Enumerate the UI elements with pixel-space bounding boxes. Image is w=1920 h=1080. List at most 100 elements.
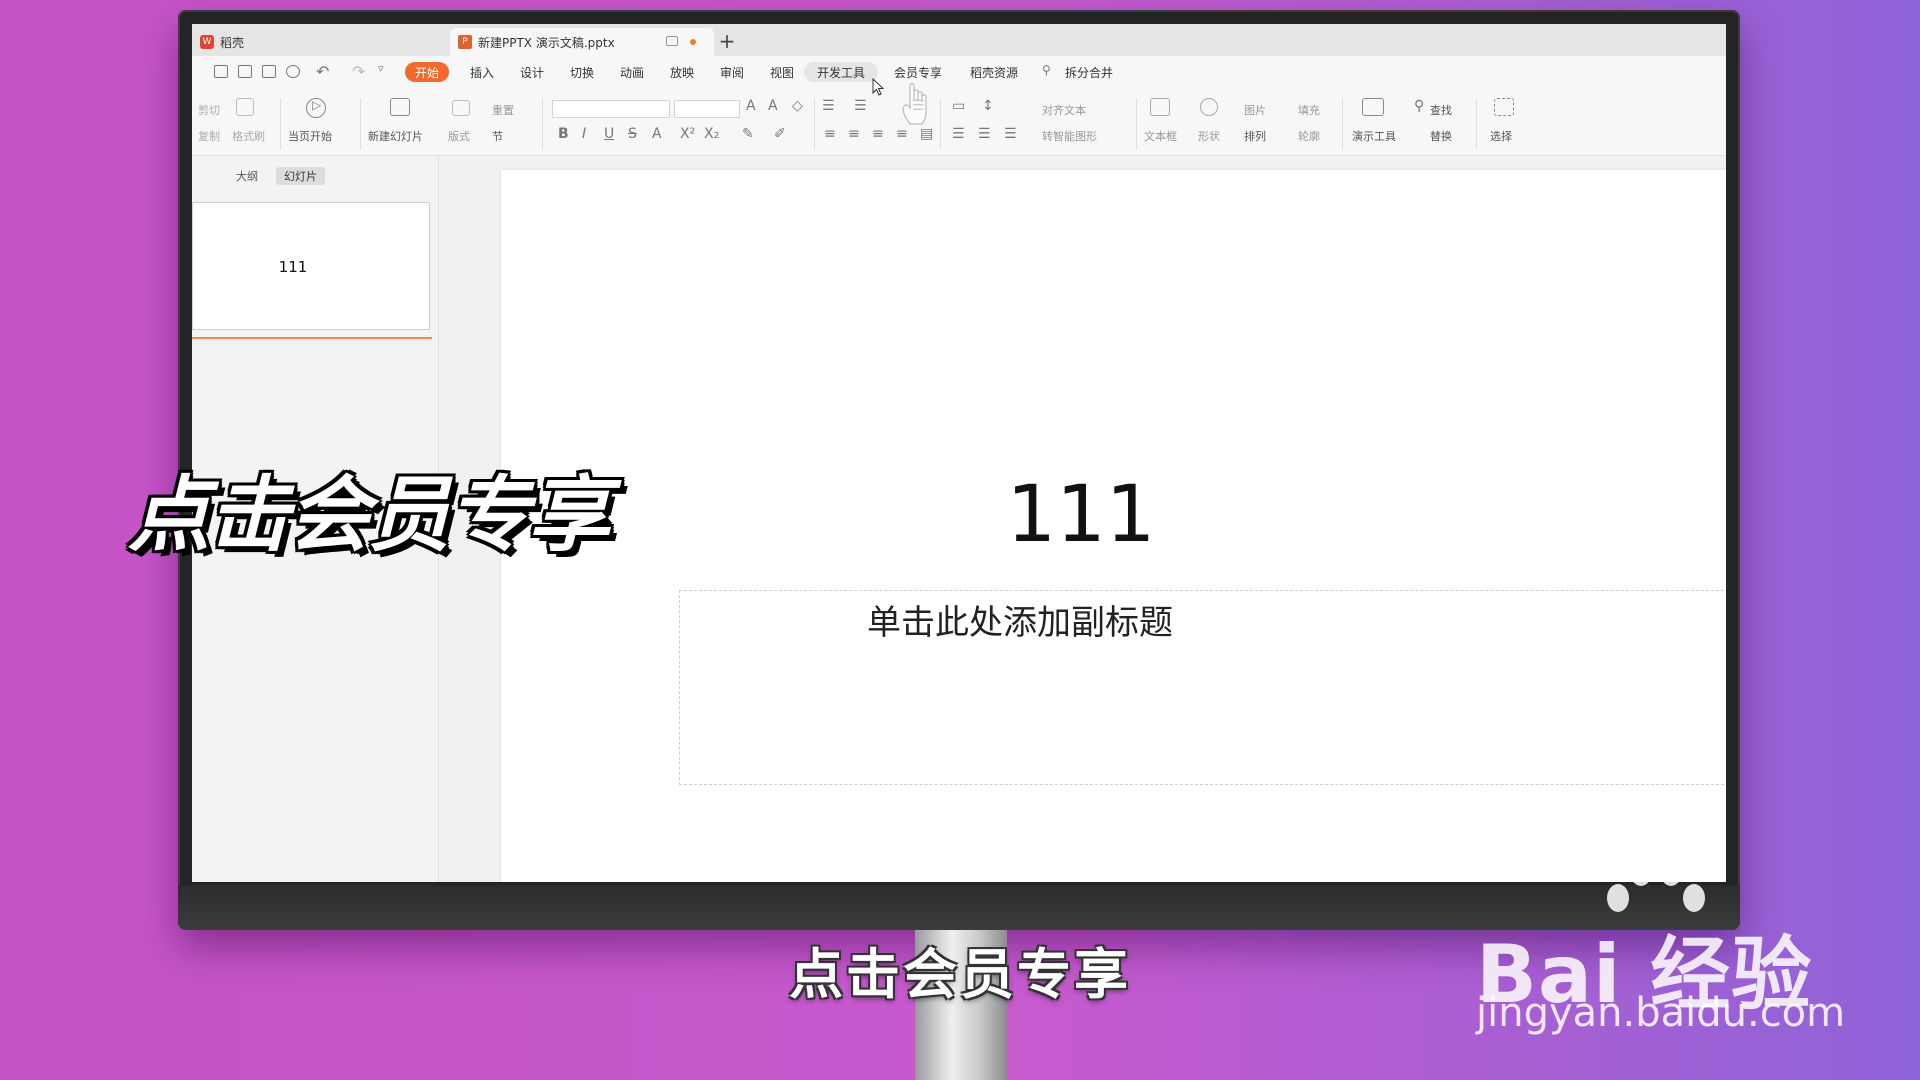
underline-icon[interactable]: U (604, 126, 614, 142)
menu-transitions[interactable]: 切换 (560, 62, 604, 82)
tab-document-label: 新建PPTX 演示文稿.pptx (478, 35, 615, 50)
ribbon-divider (814, 98, 815, 150)
slide-title[interactable]: 111 (751, 470, 1411, 560)
menu-view[interactable]: 视图 (760, 62, 804, 82)
fill-button[interactable]: 填充 (1298, 102, 1320, 118)
justify-icon[interactable]: ≡ (896, 126, 908, 142)
decrease-font-icon[interactable]: A (768, 98, 778, 114)
slide-thumbnail[interactable]: 111 (192, 202, 430, 330)
menu-split-merge[interactable]: 拆分合并 (1054, 62, 1124, 82)
format-painter-icon (236, 98, 254, 116)
menu-insert[interactable]: 插入 (460, 62, 504, 82)
quick-access-dropdown-icon[interactable]: ▿ (378, 62, 384, 75)
new-tab-button[interactable]: + (712, 28, 742, 54)
presentation-tools-button[interactable]: 演示工具 (1352, 128, 1396, 144)
print-icon[interactable] (262, 65, 276, 78)
align-text-button[interactable]: 对齐文本 (1042, 102, 1086, 118)
text-box-button[interactable]: 文本框 (1144, 128, 1177, 144)
hand-cursor-icon (902, 83, 927, 125)
screen-icon[interactable] (666, 36, 678, 46)
paragraph-before-icon[interactable]: ☰ (978, 126, 991, 142)
copy-button[interactable]: 复制 (198, 128, 220, 144)
paragraph-spacing-icon[interactable]: ☰ (952, 126, 965, 142)
format-painter-button[interactable]: 格式刷 (232, 128, 265, 144)
text-effect-icon[interactable]: ✎ (742, 126, 754, 142)
reset-button[interactable]: 重置 (492, 102, 514, 118)
new-slide-button[interactable]: 新建幻灯片 (368, 128, 423, 144)
undo-icon[interactable]: ↶ (316, 62, 329, 81)
menu-bar: ↶ ↷ ▿ 开始 插入 设计 切换 动画 放映 审阅 视图 开发工具 会员专享 … (192, 56, 1726, 86)
picture-button[interactable]: 图片 (1244, 102, 1266, 118)
menu-developer[interactable]: 开发工具 (804, 62, 878, 82)
preview-icon[interactable] (286, 65, 300, 78)
cut-button[interactable]: 剪切 (198, 102, 220, 118)
shape-button[interactable]: 形状 (1198, 128, 1220, 144)
font-family-select[interactable] (552, 100, 670, 118)
unsaved-dot-icon (690, 39, 696, 45)
distribute-icon[interactable]: ▤ (920, 126, 933, 142)
arrange-button[interactable]: 排列 (1244, 128, 1266, 144)
ribbon-divider (360, 98, 361, 150)
watermark-url: jingyan.baidu.com (1476, 990, 1846, 1036)
clear-format-icon[interactable]: ◇ (792, 98, 803, 114)
new-slide-icon (390, 98, 410, 116)
insert-marker (192, 337, 432, 339)
layout-button[interactable]: 版式 (448, 128, 470, 144)
bold-icon[interactable]: B (558, 126, 569, 142)
convert-smartart-button[interactable]: 转智能图形 (1042, 128, 1097, 144)
tab-home[interactable]: W 稻壳 (192, 28, 450, 56)
bullet-list-icon[interactable]: ☰ (822, 98, 835, 114)
tab-home-label: 稻壳 (220, 35, 245, 50)
presentation-tools-icon (1362, 98, 1384, 116)
align-center-icon[interactable]: ≡ (848, 126, 860, 142)
export-icon[interactable] (238, 65, 252, 78)
menu-slideshow[interactable]: 放映 (660, 62, 704, 82)
wps-logo-icon: W (200, 35, 214, 49)
ribbon-divider (1342, 98, 1343, 150)
redo-icon[interactable]: ↷ (352, 62, 365, 81)
superscript-icon[interactable]: X² (680, 126, 695, 142)
subscript-icon[interactable]: X₂ (704, 126, 719, 142)
outline-button[interactable]: 轮廓 (1298, 128, 1320, 144)
menu-design[interactable]: 设计 (510, 62, 554, 82)
ribbon-divider (1476, 98, 1477, 150)
save-icon[interactable] (214, 65, 228, 78)
tab-outline[interactable]: 大纲 (228, 167, 266, 185)
increase-font-icon[interactable]: A (746, 98, 756, 114)
video-big-caption: 点击会员专享 (128, 468, 610, 563)
menu-member-exclusive[interactable]: 会员专享 (884, 62, 952, 82)
search-icon[interactable]: ⚲ (1042, 63, 1051, 77)
replace-button[interactable]: 替换 (1430, 128, 1452, 144)
baidu-watermark: Bai 经验 jingyan.baidu.com (1476, 858, 1916, 1050)
find-icon: ⚲ (1414, 98, 1425, 114)
layout-icon (452, 100, 470, 116)
numbered-list-icon[interactable]: ☰ (854, 98, 867, 114)
font-size-select[interactable] (674, 100, 740, 118)
find-button[interactable]: 查找 (1430, 102, 1452, 118)
text-direction-icon[interactable]: ▭ (952, 98, 965, 114)
align-right-icon[interactable]: ≡ (872, 126, 884, 142)
ribbon-divider (542, 98, 543, 150)
italic-icon[interactable]: I (582, 126, 586, 142)
align-left-icon[interactable]: ≡ (824, 126, 836, 142)
line-spacing-icon[interactable]: ↕ (982, 98, 994, 114)
play-from-current-button[interactable]: 当页开始 (288, 128, 332, 144)
menu-home[interactable]: 开始 (405, 62, 449, 82)
menu-animations[interactable]: 动画 (610, 62, 654, 82)
ribbon-divider (1136, 98, 1137, 150)
menu-docer-resources[interactable]: 稻壳资源 (960, 62, 1028, 82)
ppt-file-icon: P (458, 35, 472, 49)
ribbon-toolbar: 剪切 复制 格式刷 ▷ 当页开始 新建幻灯片 版式 重置 节 A A ◇ B I… (192, 86, 1726, 156)
select-button[interactable]: 选择 (1490, 128, 1512, 144)
menu-review[interactable]: 审阅 (710, 62, 754, 82)
section-button[interactable]: 节 (492, 128, 503, 144)
slide-thumbnail-title: 111 (278, 258, 308, 276)
subtitle-placeholder[interactable]: 单击此处添加副标题 (679, 590, 1726, 785)
font-color-icon[interactable]: A (652, 126, 662, 142)
paragraph-after-icon[interactable]: ☰ (1004, 126, 1017, 142)
tab-slides[interactable]: 幻灯片 (276, 167, 325, 185)
strikethrough-icon[interactable]: S (628, 126, 637, 142)
tab-document[interactable]: P 新建PPTX 演示文稿.pptx (450, 28, 714, 56)
slide[interactable]: 111 单击此处添加副标题 (501, 170, 1726, 882)
highlight-icon[interactable]: ✐ (774, 126, 786, 142)
